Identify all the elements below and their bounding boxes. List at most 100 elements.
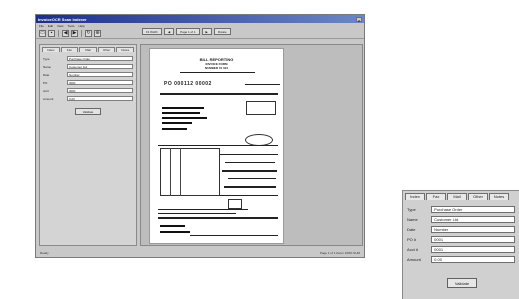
index-tabs: Index Fax Mail Other Notes (40, 45, 136, 52)
inset-tab-other[interactable]: Other (468, 193, 488, 200)
field-row-acct: Acct 0001 (43, 87, 133, 94)
menu-item-view[interactable]: View (57, 24, 63, 28)
name-field[interactable]: Customer Ltd. (67, 64, 133, 69)
document-viewer[interactable]: BILL REPORTING INVOICE FORM NUMBER 01 00… (140, 44, 363, 246)
field-label: Type (43, 56, 50, 61)
rotate-button[interactable]: Rotate (213, 28, 231, 35)
field-label: Acct (43, 88, 49, 93)
field-label: Date (43, 72, 50, 77)
doc-table (160, 148, 220, 196)
inset-row-acct: Acct # 0001 (407, 245, 515, 254)
refresh-icon[interactable]: ↻ (85, 29, 92, 37)
field-label: Name (43, 64, 52, 69)
inset-amount-field[interactable]: 0.00 (431, 256, 515, 263)
tab-fax[interactable]: Fax (60, 47, 79, 52)
scanned-invoice-page: BILL REPORTING INVOICE FORM NUMBER 01 00… (149, 48, 284, 244)
inset-tab-fax[interactable]: Fax (426, 193, 446, 200)
menu-item-file[interactable]: File (39, 24, 44, 28)
inset-tabs: Index Fax Mail Other Notes (403, 191, 519, 200)
inset-po-field[interactable]: 0001 (431, 236, 515, 243)
inset-validate-button[interactable]: Validate (447, 278, 477, 288)
inset-field-label: Acct # (407, 247, 419, 252)
doc-text-block (162, 117, 207, 119)
doc-rule (158, 213, 236, 214)
field-row-amount: Amount 0.00 (43, 95, 133, 102)
doc-rule (180, 72, 255, 73)
doc-table-col (180, 148, 181, 196)
doc-rule (158, 217, 278, 219)
doc-rule (158, 209, 248, 210)
next-page-button[interactable]: ▶ (201, 28, 212, 35)
title-bar: InvoiceOCR Scan Indexer x (36, 15, 364, 23)
inset-account-field[interactable]: 0001 (431, 246, 515, 253)
forward-arrow-icon[interactable]: ▶ (71, 29, 78, 37)
doc-text-block (162, 122, 192, 124)
app-window: InvoiceOCR Scan Indexer x File Edit View… (35, 14, 365, 258)
tab-index[interactable]: Index (42, 47, 60, 52)
doc-heading-3: NUMBER 01 001 (204, 66, 229, 70)
amount-field[interactable]: 0.00 (67, 96, 133, 101)
doc-text-block (160, 231, 190, 233)
inset-row-date: Date Number (407, 225, 515, 234)
inset-type-field[interactable]: Purchase Order (431, 206, 515, 213)
open-folder-icon[interactable]: ▭ (39, 29, 46, 37)
field-row-name: Name Customer Ltd. (43, 63, 133, 70)
zoomed-index-panel: Index Fax Mail Other Notes Type Purchase… (402, 190, 519, 299)
status-right-text: Page 1 of 1 Zoom 100% NUM (319, 251, 360, 255)
field-row-type: Type Purchase Order (43, 55, 133, 62)
tab-mail[interactable]: Mail (79, 47, 97, 52)
validate-button[interactable]: Validate (75, 108, 101, 115)
window-title: InvoiceOCR Scan Indexer (38, 16, 87, 22)
inset-name-field[interactable]: Customer Ltd. (431, 216, 515, 223)
doc-rule (220, 195, 278, 196)
index-panel: Index Fax Mail Other Notes Type Purchase… (39, 44, 137, 246)
doc-rule (222, 170, 277, 172)
doc-table-col (170, 148, 171, 196)
inset-field-list: Type Purchase Order Name Customer Ltd. D… (403, 200, 519, 264)
inset-tab-index[interactable]: Index (405, 193, 425, 200)
prev-page-button[interactable]: ◀ (163, 28, 175, 35)
doc-text-block (162, 112, 200, 114)
field-label: Amount (43, 96, 54, 101)
type-field[interactable]: Purchase Order (67, 56, 133, 61)
inset-field-label: Type (407, 207, 416, 212)
inset-field-label: Name (407, 217, 418, 222)
save-icon[interactable]: ▪ (48, 29, 55, 37)
doc-rule (160, 93, 278, 95)
doc-rule (190, 235, 278, 236)
zoom-icon[interactable]: ⊕ (94, 29, 101, 37)
inset-row-po: PO # 0001 (407, 235, 515, 244)
back-arrow-icon[interactable]: ◀ (62, 29, 69, 37)
status-bar: Ready Page 1 of 1 Zoom 100% NUM (36, 249, 364, 257)
toolbar-separator (81, 29, 82, 37)
date-field[interactable]: Number (67, 72, 133, 77)
doc-rule (220, 154, 278, 155)
inset-row-amount: Amount 0.00 (407, 255, 515, 264)
toolbar-separator (58, 29, 59, 37)
menu-item-edit[interactable]: Edit (48, 24, 53, 28)
inset-tab-notes[interactable]: Notes (489, 193, 509, 200)
account-field[interactable]: 0001 (67, 88, 133, 93)
menu-item-tools[interactable]: Tools (67, 24, 74, 28)
inset-tab-mail[interactable]: Mail (447, 193, 467, 200)
field-label: PO (43, 80, 48, 85)
fit-width-button[interactable]: Fit Width (142, 28, 162, 35)
doc-rule (245, 84, 280, 85)
tab-notes[interactable]: Notes (116, 47, 134, 52)
inset-field-label: PO # (407, 237, 417, 242)
po-field[interactable]: 0001 (67, 80, 133, 85)
inset-field-label: Amount (407, 257, 421, 262)
doc-text-block (160, 225, 185, 227)
invoice-number: PO 000112 00002 (164, 81, 212, 87)
inset-row-type: Type Purchase Order (407, 205, 515, 214)
menu-item-help[interactable]: Help (78, 24, 84, 28)
inset-field-label: Date (407, 227, 416, 232)
index-field-list: Type Purchase Order Name Customer Ltd. D… (40, 52, 136, 102)
doc-text-block (162, 107, 204, 109)
tab-other[interactable]: Other (97, 47, 116, 52)
inset-date-field[interactable]: Number (431, 226, 515, 233)
doc-small-box (228, 199, 242, 209)
document-toolbar: Fit Width ◀ Page 1 of 1 ▶ Rotate (142, 27, 231, 36)
close-icon[interactable]: x (356, 16, 362, 23)
doc-rule (225, 162, 275, 163)
